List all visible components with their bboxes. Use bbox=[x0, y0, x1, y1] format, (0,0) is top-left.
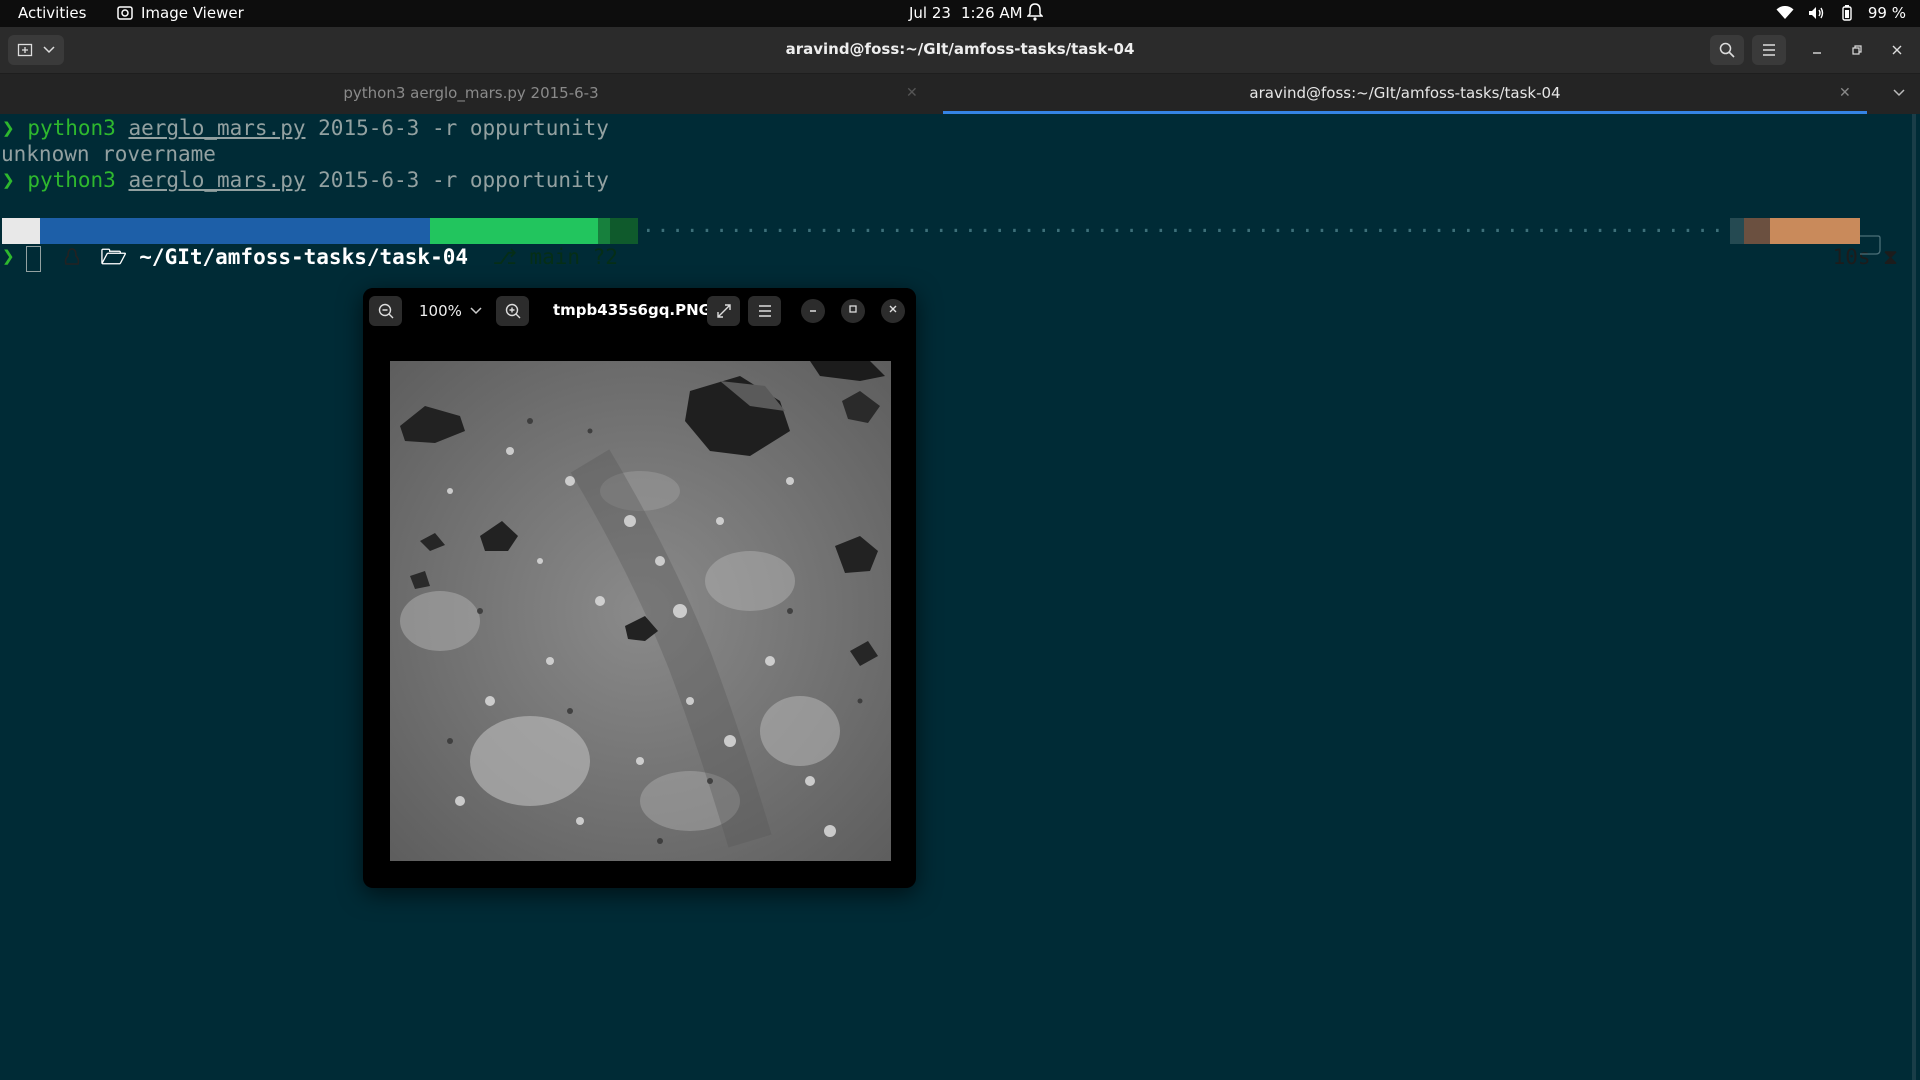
zoom-out-icon bbox=[378, 303, 393, 319]
active-prompt-line: ❯ bbox=[2, 244, 27, 268]
tab-close-icon[interactable]: ✕ bbox=[906, 74, 918, 112]
close-button[interactable] bbox=[1886, 39, 1908, 61]
folder-icon: 🗁 bbox=[100, 245, 127, 269]
app-menu[interactable]: Image Viewer bbox=[117, 4, 244, 22]
segment-fade bbox=[1730, 218, 1744, 244]
mars-surface-image[interactable] bbox=[390, 361, 891, 861]
git-branch-icon: ⎇ bbox=[492, 245, 517, 269]
chevron-down-icon bbox=[470, 307, 482, 315]
search-button[interactable] bbox=[1710, 35, 1744, 65]
command-name: python3 bbox=[27, 116, 116, 140]
hamburger-icon bbox=[1763, 44, 1775, 56]
minimize-icon bbox=[810, 310, 816, 312]
app-name: Image Viewer bbox=[141, 4, 244, 22]
tab-label: python3 aerglo_mars.py 2015-6-3 bbox=[343, 84, 599, 102]
battery-percent: 99 % bbox=[1867, 4, 1906, 22]
clock[interactable]: Jul 23 1:26 AM bbox=[909, 4, 1023, 22]
terminal-scrollbar[interactable] bbox=[1912, 114, 1916, 1080]
tab-python-run[interactable]: python3 aerglo_mars.py 2015-6-3 ✕ bbox=[0, 74, 942, 114]
image-viewer-icon bbox=[117, 6, 133, 20]
terminal-header-bar: aravind@foss:~/GIt/amfoss-tasks/task-04 bbox=[0, 27, 1920, 74]
notification-bell-icon bbox=[1027, 3, 1043, 21]
clock-time: 1:26 AM bbox=[960, 4, 1023, 22]
path-text: ~/GIt/amfoss-tasks/task-04 bbox=[139, 245, 469, 269]
prompt-connector bbox=[1860, 235, 1881, 255]
search-icon bbox=[1719, 42, 1735, 58]
path-segment: 🗁 ~/GIt/amfoss-tasks/task-04 bbox=[40, 218, 468, 269]
terminal-output[interactable]: ❯ python3 aerglo_mars.py 2015-6-3 -r opp… bbox=[0, 114, 1920, 1080]
viewer-menu-button[interactable] bbox=[748, 296, 781, 326]
segment-fade bbox=[598, 218, 610, 244]
minimize-icon bbox=[1813, 52, 1821, 54]
os-segment bbox=[2, 218, 79, 265]
menu-button[interactable] bbox=[1752, 35, 1786, 65]
minimize-button[interactable] bbox=[1806, 39, 1828, 61]
hourglass-icon: ⧗ bbox=[1883, 245, 1898, 269]
system-tray[interactable]: 99 % bbox=[1776, 4, 1906, 22]
segment-fade bbox=[610, 218, 638, 244]
restore-icon bbox=[1852, 45, 1862, 55]
restore-button[interactable] bbox=[1846, 39, 1868, 61]
tab-label: aravind@foss:~/GIt/amfoss-tasks/task-04 bbox=[1249, 84, 1561, 102]
viewer-minimize-button[interactable] bbox=[801, 299, 825, 323]
fullscreen-icon bbox=[716, 304, 731, 318]
activities-button[interactable]: Activities bbox=[18, 4, 86, 22]
zoom-in-icon bbox=[505, 303, 520, 319]
text-cursor bbox=[26, 246, 41, 272]
git-branch-text: main ?2 bbox=[529, 245, 618, 269]
zoom-out-button[interactable] bbox=[369, 296, 402, 326]
output-line: unknown rovername bbox=[1, 142, 216, 166]
volume-icon bbox=[1808, 7, 1824, 19]
wifi-icon bbox=[1776, 6, 1794, 19]
prompt-symbol: ❯ bbox=[2, 244, 15, 268]
command-line: ❯ python3 aerglo_mars.py 2015-6-3 -r opp… bbox=[2, 116, 609, 140]
image-viewer-header: 100% tmpb435s6gq.PNG bbox=[363, 288, 916, 334]
clock-date: Jul 23 bbox=[909, 4, 951, 22]
system-top-bar: Activities Image Viewer Jul 23 1:26 AM 9… bbox=[0, 0, 1920, 27]
battery-icon bbox=[1842, 5, 1852, 21]
command-file: aerglo_mars.py bbox=[128, 116, 306, 140]
window-title: aravind@foss:~/GIt/amfoss-tasks/task-04 bbox=[785, 40, 1135, 58]
image-viewer-window: 100% tmpb435s6gq.PNG bbox=[363, 288, 916, 888]
command-args: 2015-6-3 -r opportunity bbox=[318, 168, 609, 192]
tab-overview-chevron-icon[interactable] bbox=[1893, 89, 1905, 97]
viewer-close-button[interactable] bbox=[881, 299, 905, 323]
command-args: 2015-6-3 -r oppurtunity bbox=[318, 116, 609, 140]
hamburger-icon bbox=[758, 305, 771, 317]
segment-fade bbox=[1744, 218, 1770, 244]
zoom-in-button[interactable] bbox=[496, 296, 529, 326]
prompt-symbol: ❯ bbox=[2, 168, 15, 192]
zoom-level: 100% bbox=[419, 302, 462, 320]
maximize-icon bbox=[849, 305, 857, 313]
command-file: aerglo_mars.py bbox=[128, 168, 306, 192]
tab-close-icon[interactable]: ✕ bbox=[1839, 74, 1851, 112]
command-line: ❯ python3 aerglo_mars.py 2015-6-3 -r opp… bbox=[2, 168, 609, 192]
close-icon bbox=[889, 305, 897, 313]
image-filename: tmpb435s6gq.PNG bbox=[553, 301, 711, 319]
prompt-symbol: ❯ bbox=[2, 116, 15, 140]
zoom-level-dropdown[interactable]: 100% bbox=[419, 302, 482, 320]
prompt-filler-dots: ········································… bbox=[642, 219, 1732, 243]
fullscreen-button[interactable] bbox=[707, 296, 740, 326]
viewer-maximize-button[interactable] bbox=[841, 299, 865, 323]
close-icon bbox=[1892, 45, 1902, 55]
tab-shell-active[interactable]: aravind@foss:~/GIt/amfoss-tasks/task-04 … bbox=[943, 74, 1867, 114]
duration-segment: 10s ⧗ bbox=[1770, 218, 1898, 269]
git-segment: ⎇ main ?2 bbox=[430, 218, 618, 269]
tab-bar: python3 aerglo_mars.py 2015-6-3 ✕ aravin… bbox=[0, 74, 1920, 114]
command-name: python3 bbox=[27, 168, 116, 192]
